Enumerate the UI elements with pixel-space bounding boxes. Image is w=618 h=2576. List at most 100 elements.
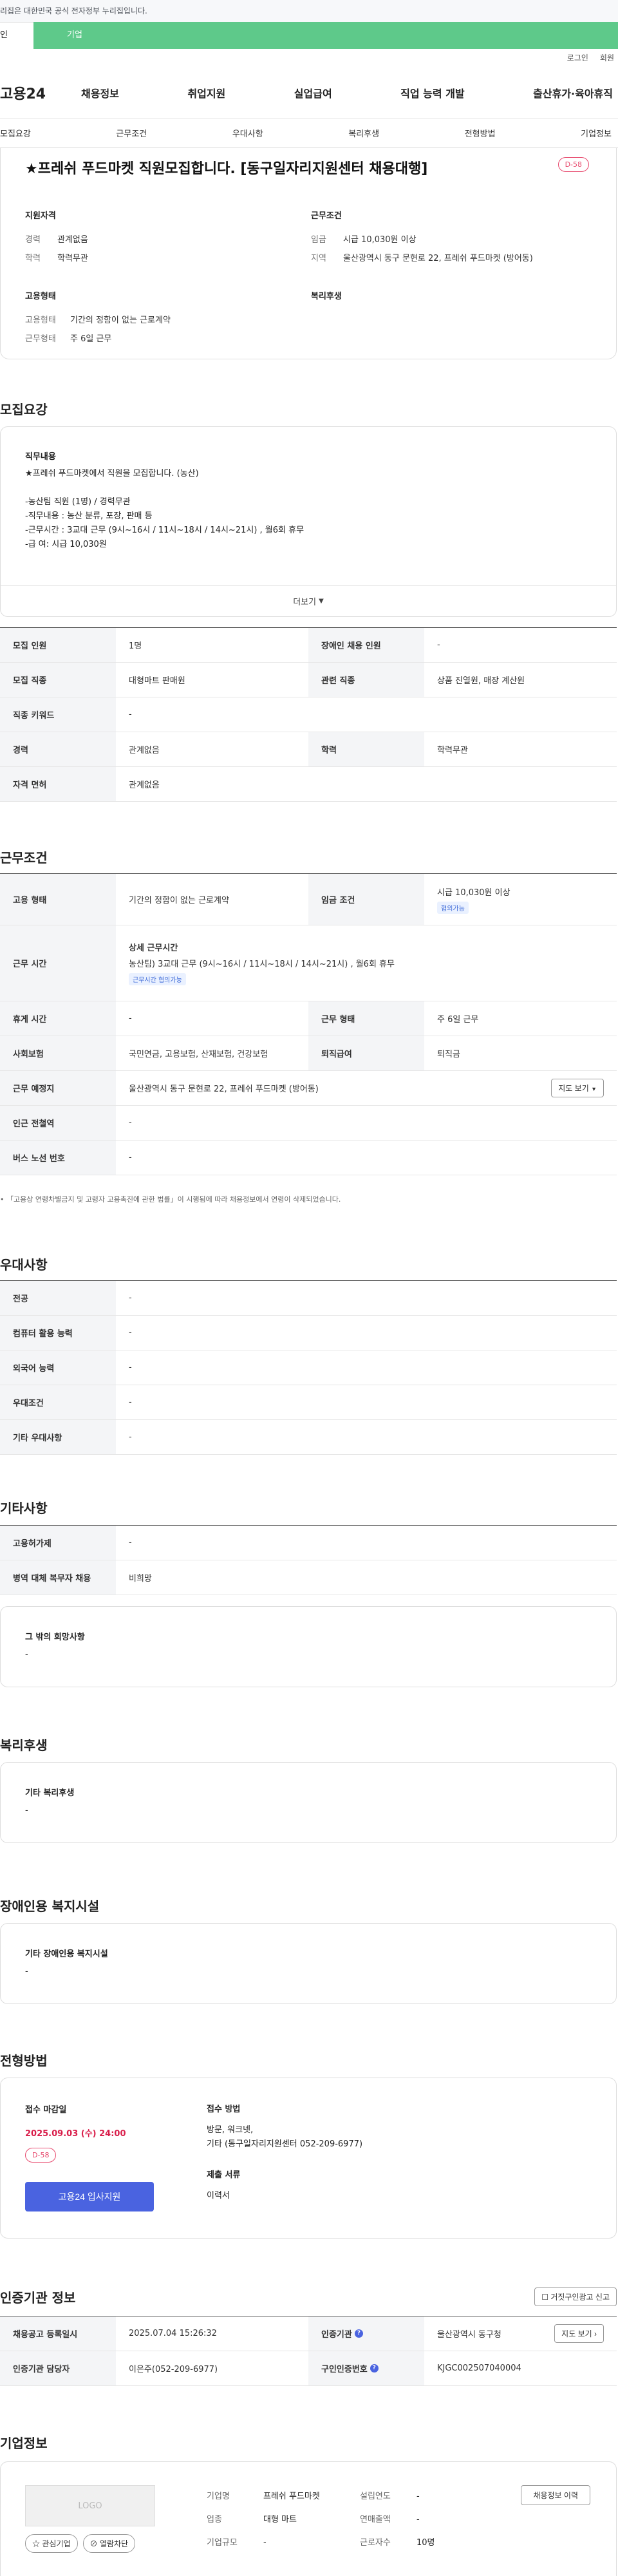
wage-value: 시급 10,030원 이상 <box>437 887 510 898</box>
favorite-company-button[interactable]: ☆ 관심기업 <box>25 2534 78 2553</box>
row-label: 모집 직종 <box>0 663 116 697</box>
row-label: 근무 시간 <box>0 925 116 1001</box>
value: - <box>263 2538 267 2548</box>
menu-employment-support[interactable]: 취업지원 <box>187 85 225 100</box>
row-label: 우대조건 <box>0 1385 116 1419</box>
signup-link[interactable]: 회원 <box>600 49 614 67</box>
deadline-label: 접수 마감일 <box>25 2105 67 2115</box>
info-icon[interactable]: ? <box>354 2329 363 2338</box>
hope-value: - <box>25 1650 28 1660</box>
row-value: - <box>129 1118 132 1128</box>
row-value: - <box>129 1014 132 1023</box>
company-section-title: 기업정보 <box>0 2436 48 2451</box>
summary-emp-title: 고용형태 <box>25 292 56 301</box>
star-icon: ☆ <box>32 2539 41 2548</box>
login-link[interactable]: 로그인 <box>567 49 588 67</box>
row-label: 퇴직급여 <box>308 1036 424 1070</box>
anchor-welfare[interactable]: 복리후생 <box>348 127 379 139</box>
map-view-label: 지도 보기 <box>558 1084 589 1093</box>
row-value: 비희망 <box>129 1574 152 1584</box>
apply-button[interactable]: 고용24 입사지원 <box>25 2182 154 2211</box>
block-company-button[interactable]: ⊘ 열람차단 <box>82 2534 136 2553</box>
value: 학력무관 <box>57 254 88 263</box>
process-card: 접수 마감일 2025.09.03 (수) 24:00 D-58 고용24 입사… <box>0 2078 617 2239</box>
label: 학력 <box>25 254 41 263</box>
menu-vocational-training[interactable]: 직업 능력 개발 <box>400 85 464 100</box>
row-value: - <box>129 1328 132 1338</box>
user-type-tabs: 인 기업 <box>0 22 618 49</box>
job-summary-card: ★프레쉬 푸드마켓 직원모집합니다. [동구일자리지원센터 채용대행] D-58… <box>0 148 617 359</box>
row-label: 병역 대체 복무자 채용 <box>0 1560 116 1595</box>
label: 기업규모 <box>207 2538 238 2548</box>
row-value: KJGC002507040004 <box>437 2363 521 2373</box>
table-row: 전공 - <box>0 1281 617 1316</box>
table-row: 직종 키워드 - <box>0 697 617 732</box>
value: 주 6일 근무 <box>70 334 112 344</box>
company-info: 기업명 프레쉬 푸드마켓 설립연도 - 업종 대형 마트 연매출액 - 기업규모 - 근로자수 1… <box>207 2485 435 2555</box>
row-label: 외국어 능력 <box>0 1350 116 1385</box>
row-label: 휴게 시간 <box>0 1001 116 1036</box>
method-value: 기타 (동구일자리지원센터 052-209-6977) <box>207 2139 363 2149</box>
more-button[interactable]: 더보기 ▼ <box>1 585 616 616</box>
menu-parental-leave[interactable]: 출산휴가·육아휴직 <box>533 85 613 100</box>
table-row: 기타 우대사항 - <box>0 1420 617 1455</box>
disab-box-title: 기타 장애인용 복지시설 <box>25 1949 108 1959</box>
map-view-button[interactable]: 지도 보기 ▼ <box>551 1079 604 1097</box>
row-value: 기간의 정함이 없는 근로계약 <box>129 896 229 905</box>
recruit-section-title: 모집요강 <box>0 402 48 417</box>
welfare-section-title: 복리후생 <box>0 1738 48 1753</box>
row-value: - <box>129 1397 132 1407</box>
menu-unemployment-benefit[interactable]: 실업급여 <box>294 85 332 100</box>
label: 지역 <box>311 254 326 263</box>
table-row: 근무 시간 상세 근무시간 농산팀) 3교대 근무 (9시~16시 / 11시~… <box>0 925 617 1001</box>
table-row: 인증기관 담당자 이은주(052-209-6977) 구인인증번호? KJGC00… <box>0 2351 617 2386</box>
row-label: 고용허가제 <box>0 1526 116 1560</box>
duty-card: 직무내용 ★프레쉬 푸드마켓에서 직원을 모집합니다. (농산) -농산팀 직원… <box>0 426 617 617</box>
table-row: 외국어 능력 - <box>0 1350 617 1385</box>
row-value: 주 6일 근무 <box>437 1015 479 1025</box>
info-icon[interactable]: ? <box>370 2364 379 2372</box>
value: 기간의 정함이 없는 근로계약 <box>70 316 171 325</box>
work-table: 고용 형태 기간의 정함이 없는 근로계약 임금 조건 시급 10,030원 이상… <box>0 873 617 1175</box>
table-row: 근무 예정지 울산광역시 동구 문현로 22, 프레쉬 푸드마켓 (방어동) 지… <box>0 1071 617 1106</box>
table-row: 사회보험 국민연금, 고용보험, 산재보험, 건강보험 퇴직급여 퇴직금 <box>0 1036 617 1071</box>
anchor-recruit[interactable]: 모집요강 <box>0 127 31 139</box>
anchor-work[interactable]: 근무조건 <box>116 127 147 139</box>
hope-card: 그 밖의 희망사항 - <box>0 1606 617 1687</box>
row-label: 인근 전철역 <box>0 1106 116 1140</box>
util-links: 로그인 회원 <box>0 49 618 67</box>
main-menu: 채용정보 취업지원 실업급여 직업 능력 개발 출산휴가·육아휴직 <box>81 85 618 100</box>
tab-company[interactable]: 기업 <box>33 22 618 49</box>
docs-value: 이력서 <box>207 2191 230 2201</box>
value: 관계없음 <box>57 235 88 245</box>
hiring-history-button[interactable]: 채용정보 이력 <box>521 2485 590 2505</box>
table-row: 경력 관계없음 학력 학력무관 <box>0 732 617 767</box>
anchor-process[interactable]: 전형방법 <box>465 127 496 139</box>
value: 10명 <box>417 2538 435 2548</box>
row-label: 임금 조건 <box>308 874 424 925</box>
disab-card: 기타 장애인용 복지시설 - <box>0 1923 617 2004</box>
value: 시급 10,030원 이상 <box>343 235 417 245</box>
table-row: 고용 형태 기간의 정함이 없는 근로계약 임금 조건 시급 10,030원 이상… <box>0 874 617 925</box>
value: 프레쉬 푸드마켓 <box>263 2492 320 2501</box>
report-fake-ad-button[interactable]: ☐ 거짓구인광고 신고 <box>534 2287 617 2306</box>
cert-map-button[interactable]: 지도 보기 › <box>554 2324 604 2343</box>
label: 기업명 <box>207 2492 230 2501</box>
pref-section-title: 우대사항 <box>0 1257 48 1273</box>
row-value: 학력무관 <box>437 746 468 755</box>
table-row: 인근 전철역 - <box>0 1106 617 1141</box>
duty-line: -농산팀 직원 (1명) / 경력무관 <box>25 497 131 507</box>
anchor-company[interactable]: 기업정보 <box>581 127 612 139</box>
anchor-pref[interactable]: 우대사항 <box>232 127 263 139</box>
tab-personal[interactable]: 인 <box>0 22 33 49</box>
row-value: 관계없음 <box>129 746 160 755</box>
docs-label: 제출 서류 <box>207 2170 241 2180</box>
row-label: 컴퓨터 활용 능력 <box>0 1316 116 1350</box>
row-value: 1명 <box>129 641 142 651</box>
row-value: - <box>437 640 440 650</box>
dday-badge: D-58 <box>557 157 589 172</box>
menu-jobs[interactable]: 채용정보 <box>81 85 119 100</box>
site-logo[interactable]: 고용24 <box>0 82 81 103</box>
value: 울산광역시 동구 문현로 22, 프레쉬 푸드마켓 (방어동) <box>343 254 533 263</box>
duty-line: ★프레쉬 푸드마켓에서 직원을 모집합니다. (농산) <box>25 469 199 478</box>
